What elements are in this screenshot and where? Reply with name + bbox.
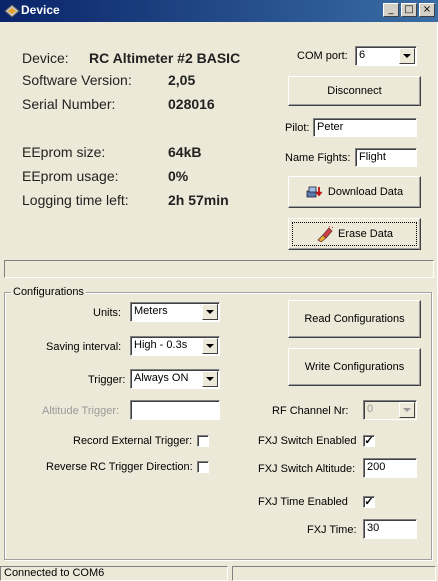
disconnect-button-label: Disconnect [327,85,382,97]
units-value: Meters [134,305,168,317]
fxj-switch-enabled-label: FXJ Switch Enabled [258,435,357,447]
status-bar: Connected to COM6 [0,564,438,581]
reverse-rc-trigger-checkbox[interactable] [197,461,209,473]
title-bar[interactable]: Device _ □ × [0,0,438,22]
fxj-time-input[interactable]: 30 [363,519,417,539]
configurations-group-label: Configurations [11,286,86,298]
write-configurations-label: Write Configurations [304,361,405,373]
read-configurations-label: Read Configurations [304,313,405,325]
saving-interval-value: High - 0.3s [134,339,188,351]
software-version-value: 2,05 [168,72,196,88]
trigger-value: Always ON [134,372,189,384]
minimize-button[interactable]: _ [383,3,399,17]
com-port-value: 6 [359,49,366,61]
saving-interval-select[interactable]: High - 0.3s [130,336,220,356]
disconnect-button[interactable]: Disconnect [288,76,421,106]
download-icon [306,186,323,198]
name-flights-input[interactable]: Flight [355,148,417,167]
eeprom-usage-label: EEprom usage: [22,168,119,184]
chevron-down-icon[interactable] [202,338,218,354]
rf-channel-select[interactable]: 0 [363,400,417,420]
chevron-down-icon[interactable] [202,371,218,387]
progress-bar [4,260,434,278]
device-window: Device _ □ × Device: RC Altimeter #2 BAS… [0,0,438,581]
eeprom-size-label: EEprom size: [22,144,106,160]
altitude-trigger-label: Altitude Trigger: [42,405,120,417]
fxj-switch-altitude-input[interactable]: 200 [363,458,417,478]
status-secondary [232,566,436,581]
trigger-label: Trigger: [88,374,126,386]
device-name: RC Altimeter #2 BASIC [89,50,241,66]
fxj-time-enabled-checkbox[interactable]: ✓ [363,496,375,508]
com-port-label: COM port: [297,50,348,62]
fxj-time-label: FXJ Time: [307,524,357,536]
serial-number-value: 028016 [168,96,215,112]
fxj-switch-enabled-checkbox[interactable]: ✓ [363,435,375,447]
download-data-button[interactable]: Download Data [288,176,421,208]
pilot-label: Pilot: [285,122,310,134]
fxj-time-enabled-label: FXJ Time Enabled [258,496,348,508]
reverse-rc-trigger-label: Reverse RC Trigger Direction: [46,461,193,473]
record-external-trigger-checkbox[interactable] [197,435,209,447]
name-flights-label: Name Fights: [285,152,351,164]
chevron-down-icon[interactable] [399,48,415,64]
trigger-select[interactable]: Always ON [130,369,220,389]
download-data-label: Download Data [327,186,404,198]
chevron-down-icon [399,402,415,418]
software-version-label: Software Version: [22,72,132,88]
device-app-icon [4,4,20,18]
record-external-trigger-label: Record External Trigger: [73,435,193,447]
saving-interval-label: Saving interval: [46,341,122,353]
read-configurations-button[interactable]: Read Configurations [288,300,421,338]
rf-channel-value: 0 [367,403,374,415]
erase-data-button[interactable]: Erase Data [288,218,421,250]
eeprom-size-value: 64kB [168,144,202,160]
status-connection: Connected to COM6 [0,566,228,581]
erase-data-label: Erase Data [337,228,394,240]
units-label: Units: [93,307,122,319]
rf-channel-label: RF Channel Nr: [272,405,349,417]
device-label: Device: [22,50,69,66]
serial-number-label: Serial Number: [22,96,116,112]
chevron-down-icon[interactable] [202,304,218,320]
altitude-trigger-input[interactable] [130,400,220,420]
close-button[interactable]: × [419,3,435,17]
fxj-switch-altitude-label: FXJ Switch Altitude: [258,463,356,475]
com-port-select[interactable]: 6 [355,46,417,66]
maximize-button[interactable]: □ [401,3,417,17]
eraser-icon [317,226,334,242]
units-select[interactable]: Meters [130,302,220,322]
logging-time-label: Logging time left: [22,192,129,208]
window-title: Device [21,3,60,17]
pilot-input[interactable]: Peter [313,118,417,137]
eeprom-usage-value: 0% [168,168,189,184]
logging-time-value: 2h 57min [168,192,229,208]
write-configurations-button[interactable]: Write Configurations [288,348,421,386]
